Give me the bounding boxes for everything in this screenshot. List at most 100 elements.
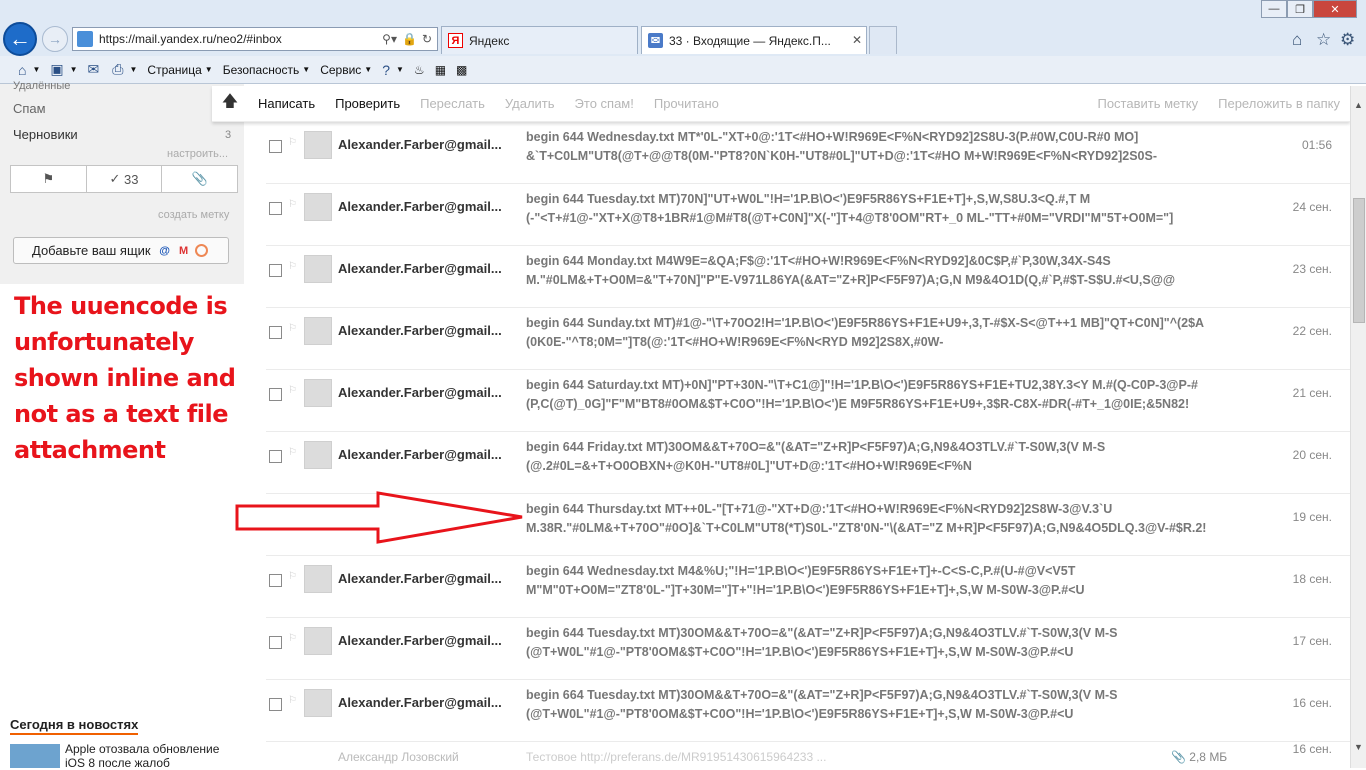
flag-icon[interactable]: ⚐ [288, 199, 297, 210]
flag-icon[interactable]: ⚐ [288, 323, 297, 334]
toolbox-icon[interactable]: ▦ [435, 63, 446, 77]
flag-icon[interactable]: ⚐ [288, 571, 297, 582]
message-subject[interactable]: begin 644 Tuesday.txt MT)30OM&&T+70O=&"(… [526, 624, 1236, 662]
message-row[interactable]: ⚐ Alexander.Farber@gmail... begin 644 Su… [266, 308, 1350, 370]
add-mailbox-button[interactable]: Добавьте ваш ящик @ M [13, 237, 229, 264]
spam-button[interactable]: Это спам! [575, 96, 634, 111]
message-row[interactable]: ⚐ Alexander.Farber@gmail... begin 644 Tu… [266, 618, 1350, 680]
scroll-down-icon[interactable]: ▼ [1354, 742, 1363, 752]
message-checkbox[interactable] [269, 636, 282, 649]
message-row[interactable]: ⚐ Alexander.Farber@gmail... begin 644 Sa… [266, 370, 1350, 432]
search-icon[interactable]: ⚲▾ [382, 32, 397, 46]
message-checkbox[interactable] [269, 202, 282, 215]
scrollbar-thumb[interactable] [1353, 198, 1365, 323]
url-text[interactable]: https://mail.yandex.ru/neo2/#inbox [99, 32, 382, 46]
message-checkbox[interactable] [269, 574, 282, 587]
message-checkbox[interactable] [269, 450, 282, 463]
print-menu[interactable]: ⎙ ▼ [112, 61, 137, 78]
filter-unread-button[interactable]: ✓ 33 [87, 166, 163, 192]
message-subject[interactable]: begin 664 Tuesday.txt MT)30OM&&T+70O=&"(… [526, 686, 1236, 724]
annotation-text: The uuencode is unfortunately shown inli… [14, 292, 236, 464]
message-row[interactable]: Александр Лозовский Тестовое http://pref… [266, 742, 1350, 768]
avatar [304, 627, 332, 655]
message-subject[interactable]: begin 644 Sunday.txt MT)#1@-"\T+70O2!H='… [526, 314, 1236, 352]
back-button[interactable]: ← [3, 22, 37, 56]
browser-chrome: — ❐ ✕ ← → https://mail.yandex.ru/neo2/#i… [0, 0, 1366, 84]
message-row[interactable]: ⚐ Alexander.Farber@gmail... begin 644 Fr… [266, 432, 1350, 494]
home-icon[interactable]: ⌂ [1292, 30, 1302, 50]
message-subject[interactable]: begin 644 Wednesday.txt M4&%U;"!H='1P.B\… [526, 562, 1236, 600]
mark-read-button[interactable]: Прочитано [654, 96, 719, 111]
service-menu[interactable]: Сервис ▼ [320, 63, 372, 77]
message-checkbox[interactable] [269, 388, 282, 401]
message-subject[interactable]: begin 644 Tuesday.txt MT)70N]"UT+W0L"!H=… [526, 190, 1236, 228]
message-row[interactable]: ⚐ Alexander.Farber@gmail... begin 664 Tu… [266, 680, 1350, 742]
flag-icon[interactable]: ⚐ [288, 695, 297, 706]
address-bar[interactable]: https://mail.yandex.ru/neo2/#inbox ⚲▾ 🔒 … [72, 27, 438, 51]
message-row[interactable]: ⚐ Alexander.Farber@gmail... begin 644 Tu… [266, 184, 1350, 246]
java-icon[interactable]: ♨ [414, 63, 425, 77]
favorites-star-icon[interactable]: ☆ [1316, 30, 1331, 50]
message-row[interactable]: ⚐ Alexander.Farber@gmail... begin 644 We… [266, 122, 1350, 184]
message-date: 21 сен. [1292, 386, 1332, 400]
message-date: 19 сен. [1292, 510, 1332, 524]
message-subject[interactable]: begin 644 Saturday.txt MT)+0N]"PT+30N-"\… [526, 376, 1236, 414]
scrollbar[interactable]: ▲ ▼ [1350, 86, 1366, 768]
home-menu[interactable]: ⌂ ▼ [18, 62, 40, 78]
tab-mail[interactable]: ✉ 33 · Входящие — Яндекс.П... ✕ [641, 26, 867, 54]
message-subject[interactable]: begin 644 Friday.txt MT)30OM&&T+70O=&"(&… [526, 438, 1236, 476]
new-tab-button[interactable] [869, 26, 897, 54]
flag-icon[interactable]: ⚐ [288, 447, 297, 458]
flag-icon[interactable]: ⚐ [288, 137, 297, 148]
minimize-button[interactable]: — [1261, 0, 1287, 18]
mail-menu[interactable]: ✉ [88, 61, 103, 78]
message-checkbox[interactable] [269, 264, 282, 277]
tab-yandex[interactable]: Я Яндекс [441, 26, 638, 54]
news-thumbnail[interactable] [10, 744, 60, 768]
message-subject[interactable]: begin 644 Wednesday.txt MT*'0L-"XT+0@:'1… [526, 128, 1236, 166]
feeds-menu[interactable]: ▣ ▼ [50, 61, 77, 78]
message-checkbox[interactable] [269, 326, 282, 339]
create-label-link[interactable]: создать метку [158, 209, 229, 221]
message-checkbox[interactable] [269, 140, 282, 153]
scroll-top-icon[interactable]: 🡅 [212, 90, 248, 117]
addon-icon[interactable]: ▩ [456, 63, 467, 77]
page-menu[interactable]: Страница ▼ [147, 63, 212, 77]
filter-flagged-button[interactable]: ⚑ [11, 166, 87, 192]
arrow-shape [235, 491, 523, 544]
delete-button[interactable]: Удалить [505, 96, 555, 111]
close-window-button[interactable]: ✕ [1313, 0, 1357, 18]
flag-icon[interactable]: ⚐ [288, 261, 297, 272]
scroll-up-icon[interactable]: ▲ [1354, 100, 1363, 110]
sidebar-item-drafts[interactable]: Черновики [13, 127, 78, 142]
message-sender: Alexander.Farber@gmail... [338, 385, 502, 400]
message-row[interactable]: ⚐ Alexander.Farber@gmail... begin 644 Mo… [266, 246, 1350, 308]
flag-icon[interactable]: ⚐ [288, 385, 297, 396]
sidebar-item-deleted[interactable]: Удалённые [13, 80, 70, 92]
settings-link[interactable]: настроить... [167, 148, 228, 160]
check-mail-button[interactable]: Проверить [335, 96, 400, 111]
message-subject[interactable]: begin 644 Monday.txt M4W9E=&QA;F$@:'1T<#… [526, 252, 1236, 290]
filter-attachments-button[interactable]: 📎 [162, 166, 237, 192]
sidebar-item-spam[interactable]: Спам [13, 101, 46, 116]
news-title[interactable]: Сегодня в новостях [10, 717, 139, 735]
message-date: 18 сен. [1292, 572, 1332, 586]
maximize-button[interactable]: ❐ [1287, 0, 1313, 18]
forward-button[interactable]: Переслать [420, 96, 485, 111]
lock-icon[interactable]: 🔒 [402, 32, 417, 46]
close-tab-icon[interactable]: ✕ [852, 33, 862, 47]
move-folder-button[interactable]: Переложить в папку [1218, 96, 1340, 111]
message-row[interactable]: ⚐ Alexander.Farber@gmail... begin 644 We… [266, 556, 1350, 618]
help-icon: ? [382, 61, 390, 78]
label-button[interactable]: Поставить метку [1097, 96, 1198, 111]
refresh-icon[interactable]: ↻ [422, 32, 432, 46]
message-checkbox[interactable] [269, 698, 282, 711]
security-menu[interactable]: Безопасность ▼ [223, 63, 310, 77]
message-subject[interactable]: begin 644 Thursday.txt MT++0L-"[T+71@-"X… [526, 500, 1236, 538]
news-headline[interactable]: Apple отозвала обновление iOS 8 после жа… [65, 742, 237, 770]
flag-icon[interactable]: ⚐ [288, 633, 297, 644]
help-menu[interactable]: ? ▼ [382, 62, 404, 78]
compose-button[interactable]: Написать [258, 96, 315, 111]
forward-button[interactable]: → [42, 26, 68, 52]
gear-icon[interactable]: ⚙ [1340, 30, 1355, 50]
